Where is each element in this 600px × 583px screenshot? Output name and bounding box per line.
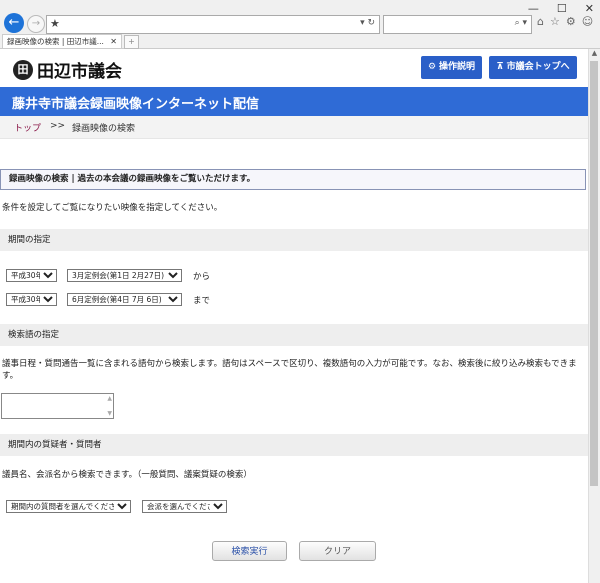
from-session-select[interactable]: 3月定例会(第1日 2月27日) — [67, 269, 182, 282]
favorites-icon[interactable]: ☆ — [550, 15, 560, 28]
notice-box: 録画映像の検索 | 過去の本会議の録画映像をご覧いただけます。 — [0, 169, 586, 190]
logo-text: 田辺市議会 — [37, 62, 122, 82]
manual-button[interactable]: ⚙ 操作説明 — [421, 56, 482, 79]
browser-toolbar-icons: ⌂ ☆ ⚙ ☺ — [537, 15, 593, 28]
home-icon[interactable]: ⌂ — [537, 15, 544, 28]
gear-icon[interactable]: ⚙ — [566, 15, 576, 28]
title-banner: 藤井寺市議会録画映像インターネット配信 — [0, 87, 588, 116]
intro-text: 条件を設定してご覧になりたい映像を指定してください。 — [2, 203, 223, 213]
smiley-icon[interactable]: ☺ — [582, 15, 593, 28]
gear-icon: ⚙ — [427, 62, 437, 72]
window-controls: — ☐ ✕ — [528, 2, 594, 15]
scroll-up-icon[interactable]: ▲ — [589, 49, 600, 60]
keyword-textarea[interactable]: ▲ ▼ — [1, 393, 114, 419]
to-session-select[interactable]: 6月定例会(第4日 7月 6日) — [67, 293, 182, 306]
questioner-select[interactable]: 期間内の質問者を選んでください — [6, 500, 131, 513]
scrollbar-thumb[interactable] — [590, 61, 598, 486]
breadcrumb-separator: >> — [50, 121, 66, 131]
period-heading: 期間の指定 — [0, 229, 588, 251]
tab-close-icon[interactable]: ✕ — [110, 35, 117, 48]
council-top-button[interactable]: ⊼ 市議会トップへ — [489, 56, 577, 79]
breadcrumb-current: 録画映像の検索 — [72, 124, 136, 134]
page-content: 田 田辺市議会 ⚙ 操作説明 ⊼ 市議会トップへ 藤井寺市議会録画映像インターネット… — [0, 49, 588, 583]
from-year-select[interactable]: 平成30年 — [6, 269, 57, 282]
sitemap-icon: ⊼ — [496, 62, 504, 72]
maximize-icon[interactable]: ☐ — [557, 2, 567, 15]
party-select[interactable]: 会派を選んでください — [142, 500, 227, 513]
questioner-heading: 期間内の質疑者・質問者 — [0, 434, 588, 456]
forward-arrow-icon[interactable]: → — [27, 15, 45, 33]
close-icon[interactable]: ✕ — [585, 2, 594, 15]
questioner-description: 議員名、会派名から検索できます。（一般質問、議案質疑の検索） — [2, 470, 252, 480]
tab-title: 録画映像の検索 | 田辺市議... — [7, 37, 104, 46]
to-label: まで — [193, 296, 211, 306]
breadcrumb-home-link[interactable]: トップ — [14, 121, 41, 134]
browser-tab[interactable]: 録画映像の検索 | 田辺市議... ✕ — [2, 34, 122, 48]
breadcrumb: トップ >> 録画映像の検索 — [0, 116, 588, 139]
from-label: から — [193, 272, 211, 282]
site-logo[interactable]: 田 田辺市議会 — [13, 57, 122, 82]
to-year-select[interactable]: 平成30年 — [6, 293, 57, 306]
council-top-button-label: 市議会トップへ — [506, 62, 570, 72]
favorite-star-icon: ★ — [50, 17, 60, 30]
refresh-icon[interactable]: ▾ ↻ — [360, 18, 375, 28]
page-title: 藤井寺市議会録画映像インターネット配信 — [12, 97, 260, 112]
minimize-icon[interactable]: — — [528, 2, 539, 15]
search-button[interactable]: 検索実行 — [212, 541, 287, 561]
emblem-icon: 田 — [13, 59, 33, 80]
keyword-heading: 検索語の指定 — [0, 324, 588, 346]
new-tab-icon[interactable]: + — [124, 35, 139, 49]
search-icon[interactable]: ⌕ ▾ — [515, 18, 527, 28]
browser-search-box[interactable]: ⌕ ▾ — [383, 15, 532, 34]
scroll-down-icon[interactable]: ▼ — [107, 410, 112, 417]
page-scrollbar[interactable]: ▲ — [588, 49, 600, 583]
scroll-up-icon[interactable]: ▲ — [107, 395, 112, 402]
browser-chrome: — ☐ ✕ ← → ★ ▾ ↻ ⌕ ▾ ⌂ ☆ ⚙ ☺ 録画映像の検索 | 田辺… — [0, 0, 600, 49]
keyword-description: 議事日程・質問通告一覧に含まれる語句から検索します。語句はスペースで区切り、複数… — [2, 359, 577, 381]
site-header: 田 田辺市議会 ⚙ 操作説明 ⊼ 市議会トップへ — [0, 49, 588, 86]
back-arrow-icon[interactable]: ← — [4, 13, 24, 33]
address-bar[interactable]: ★ ▾ ↻ — [46, 15, 380, 34]
manual-button-label: 操作説明 — [439, 62, 476, 72]
clear-button[interactable]: クリア — [299, 541, 376, 561]
